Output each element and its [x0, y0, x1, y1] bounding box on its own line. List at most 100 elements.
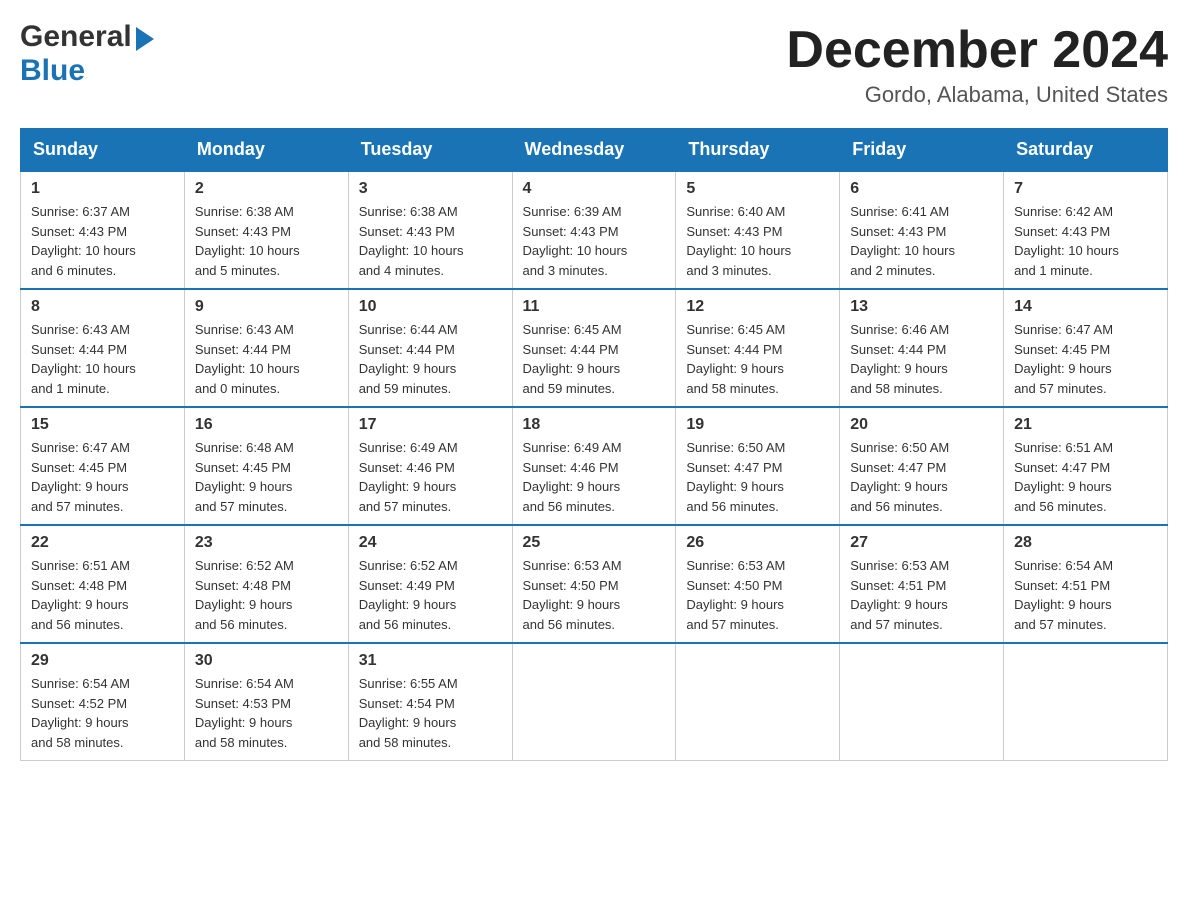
logo-blue-text: Blue — [20, 54, 85, 87]
day-info: Sunrise: 6:38 AMSunset: 4:43 PMDaylight:… — [195, 202, 338, 280]
calendar-cell: 7 Sunrise: 6:42 AMSunset: 4:43 PMDaylight… — [1004, 171, 1168, 289]
calendar-cell: 9Sunrise: 6:43 AMSunset: 4:44 PMDaylight… — [184, 289, 348, 407]
calendar-cell: 12 Sunrise: 6:45 AMSunset: 4:44 PMDayligh… — [676, 289, 840, 407]
calendar-cell: 28Sunrise: 6:54 AMSunset: 4:51 PMDayligh… — [1004, 525, 1168, 643]
calendar-week-row: 8 Sunrise: 6:43 AMSunset: 4:44 PMDaylight… — [21, 289, 1168, 407]
day-number: 19 — [686, 416, 829, 434]
day-info: Sunrise: 6:50 AMSunset: 4:47 PMDaylight:… — [686, 438, 829, 516]
day-info: Sunrise: 6:53 AMSunset: 4:50 PMDaylight:… — [686, 556, 829, 634]
calendar-week-row: 1Sunrise: 6:37 AMSunset: 4:43 PMDaylight… — [21, 171, 1168, 289]
day-number: 26 — [686, 534, 829, 552]
day-number: 10 — [359, 298, 502, 316]
day-info: Sunrise: 6:38 AMSunset: 4:43 PMDaylight:… — [359, 202, 502, 280]
day-info: Sunrise: 6:39 AMSunset: 4:43 PMDaylight:… — [523, 202, 666, 280]
day-number: 21 — [1014, 416, 1157, 434]
day-header-thursday: Thursday — [676, 129, 840, 172]
day-number: 8 — [31, 298, 174, 316]
day-number: 5 — [686, 180, 829, 198]
calendar-cell: 29 Sunrise: 6:54 AMSunset: 4:52 PMDayligh… — [21, 643, 185, 761]
location-text: Gordo, Alabama, United States — [786, 82, 1168, 108]
calendar-cell: 15 Sunrise: 6:47 AMSunset: 4:45 PMDayligh… — [21, 407, 185, 525]
logo: General Blue — [20, 20, 154, 88]
calendar-cell: 2 Sunrise: 6:38 AMSunset: 4:43 PMDaylight… — [184, 171, 348, 289]
calendar-cell: 22Sunrise: 6:51 AMSunset: 4:48 PMDayligh… — [21, 525, 185, 643]
day-info: Sunrise: 6:44 AMSunset: 4:44 PMDaylight:… — [359, 320, 502, 398]
day-info: Sunrise: 6:49 AMSunset: 4:46 PMDaylight:… — [523, 438, 666, 516]
logo-arrow-icon — [136, 27, 154, 51]
day-number: 23 — [195, 534, 338, 552]
day-info: Sunrise: 6:48 AMSunset: 4:45 PMDaylight:… — [195, 438, 338, 516]
day-number: 12 — [686, 298, 829, 316]
day-number: 13 — [850, 298, 993, 316]
day-number: 15 — [31, 416, 174, 434]
day-info: Sunrise: 6:43 AMSunset: 4:44 PMDaylight:… — [31, 320, 174, 398]
calendar-cell: 31Sunrise: 6:55 AMSunset: 4:54 PMDayligh… — [348, 643, 512, 761]
day-info: Sunrise: 6:47 AMSunset: 4:45 PMDaylight:… — [31, 438, 174, 516]
day-info: Sunrise: 6:43 AMSunset: 4:44 PMDaylight:… — [195, 320, 338, 398]
day-number: 7 — [1014, 180, 1157, 198]
day-info: Sunrise: 6:42 AMSunset: 4:43 PMDaylight:… — [1014, 202, 1157, 280]
calendar-cell — [676, 643, 840, 761]
calendar-week-row: 15 Sunrise: 6:47 AMSunset: 4:45 PMDayligh… — [21, 407, 1168, 525]
day-info: Sunrise: 6:53 AMSunset: 4:50 PMDaylight:… — [523, 556, 666, 634]
day-info: Sunrise: 6:41 AMSunset: 4:43 PMDaylight:… — [850, 202, 993, 280]
day-number: 16 — [195, 416, 338, 434]
day-number: 27 — [850, 534, 993, 552]
day-number: 2 — [195, 180, 338, 198]
calendar-cell: 4 Sunrise: 6:39 AMSunset: 4:43 PMDaylight… — [512, 171, 676, 289]
day-number: 20 — [850, 416, 993, 434]
calendar-cell: 13 Sunrise: 6:46 AMSunset: 4:44 PMDayligh… — [840, 289, 1004, 407]
day-number: 1 — [31, 180, 174, 198]
day-header-monday: Monday — [184, 129, 348, 172]
page-header: General Blue December 2024 Gordo, Alabam… — [20, 20, 1168, 108]
calendar-cell — [512, 643, 676, 761]
day-number: 6 — [850, 180, 993, 198]
day-number: 17 — [359, 416, 502, 434]
calendar-cell: 17 Sunrise: 6:49 AMSunset: 4:46 PMDayligh… — [348, 407, 512, 525]
day-number: 22 — [31, 534, 174, 552]
calendar-cell: 19 Sunrise: 6:50 AMSunset: 4:47 PMDayligh… — [676, 407, 840, 525]
day-header-wednesday: Wednesday — [512, 129, 676, 172]
day-number: 18 — [523, 416, 666, 434]
day-header-saturday: Saturday — [1004, 129, 1168, 172]
day-number: 3 — [359, 180, 502, 198]
calendar-header-row: SundayMondayTuesdayWednesdayThursdayFrid… — [21, 129, 1168, 172]
day-info: Sunrise: 6:46 AMSunset: 4:44 PMDaylight:… — [850, 320, 993, 398]
day-info: Sunrise: 6:53 AMSunset: 4:51 PMDaylight:… — [850, 556, 993, 634]
calendar-cell: 25 Sunrise: 6:53 AMSunset: 4:50 PMDayligh… — [512, 525, 676, 643]
calendar-cell: 11 Sunrise: 6:45 AMSunset: 4:44 PMDayligh… — [512, 289, 676, 407]
calendar-cell: 8 Sunrise: 6:43 AMSunset: 4:44 PMDaylight… — [21, 289, 185, 407]
calendar-cell: 6 Sunrise: 6:41 AMSunset: 4:43 PMDaylight… — [840, 171, 1004, 289]
day-number: 25 — [523, 534, 666, 552]
calendar-week-row: 29 Sunrise: 6:54 AMSunset: 4:52 PMDayligh… — [21, 643, 1168, 761]
day-info: Sunrise: 6:51 AMSunset: 4:47 PMDaylight:… — [1014, 438, 1157, 516]
day-info: Sunrise: 6:55 AMSunset: 4:54 PMDaylight:… — [359, 674, 502, 752]
calendar-cell: 16 Sunrise: 6:48 AMSunset: 4:45 PMDayligh… — [184, 407, 348, 525]
day-info: Sunrise: 6:52 AMSunset: 4:48 PMDaylight:… — [195, 556, 338, 634]
day-header-sunday: Sunday — [21, 129, 185, 172]
day-number: 30 — [195, 652, 338, 670]
calendar-cell: 5Sunrise: 6:40 AMSunset: 4:43 PMDaylight… — [676, 171, 840, 289]
day-number: 11 — [523, 298, 666, 316]
calendar-cell: 20 Sunrise: 6:50 AMSunset: 4:47 PMDayligh… — [840, 407, 1004, 525]
day-number: 14 — [1014, 298, 1157, 316]
day-info: Sunrise: 6:45 AMSunset: 4:44 PMDaylight:… — [523, 320, 666, 398]
calendar-cell: 18 Sunrise: 6:49 AMSunset: 4:46 PMDayligh… — [512, 407, 676, 525]
day-number: 4 — [523, 180, 666, 198]
calendar-cell: 21 Sunrise: 6:51 AMSunset: 4:47 PMDayligh… — [1004, 407, 1168, 525]
day-info: Sunrise: 6:45 AMSunset: 4:44 PMDaylight:… — [686, 320, 829, 398]
calendar-cell: 27 Sunrise: 6:53 AMSunset: 4:51 PMDayligh… — [840, 525, 1004, 643]
day-info: Sunrise: 6:49 AMSunset: 4:46 PMDaylight:… — [359, 438, 502, 516]
day-number: 28 — [1014, 534, 1157, 552]
logo-general-text: General — [20, 20, 132, 54]
calendar-cell: 30 Sunrise: 6:54 AMSunset: 4:53 PMDayligh… — [184, 643, 348, 761]
day-info: Sunrise: 6:52 AMSunset: 4:49 PMDaylight:… — [359, 556, 502, 634]
month-title: December 2024 — [786, 20, 1168, 80]
calendar-cell — [840, 643, 1004, 761]
day-info: Sunrise: 6:54 AMSunset: 4:53 PMDaylight:… — [195, 674, 338, 752]
day-info: Sunrise: 6:47 AMSunset: 4:45 PMDaylight:… — [1014, 320, 1157, 398]
day-info: Sunrise: 6:50 AMSunset: 4:47 PMDaylight:… — [850, 438, 993, 516]
day-info: Sunrise: 6:54 AMSunset: 4:52 PMDaylight:… — [31, 674, 174, 752]
day-number: 29 — [31, 652, 174, 670]
calendar-week-row: 22Sunrise: 6:51 AMSunset: 4:48 PMDayligh… — [21, 525, 1168, 643]
